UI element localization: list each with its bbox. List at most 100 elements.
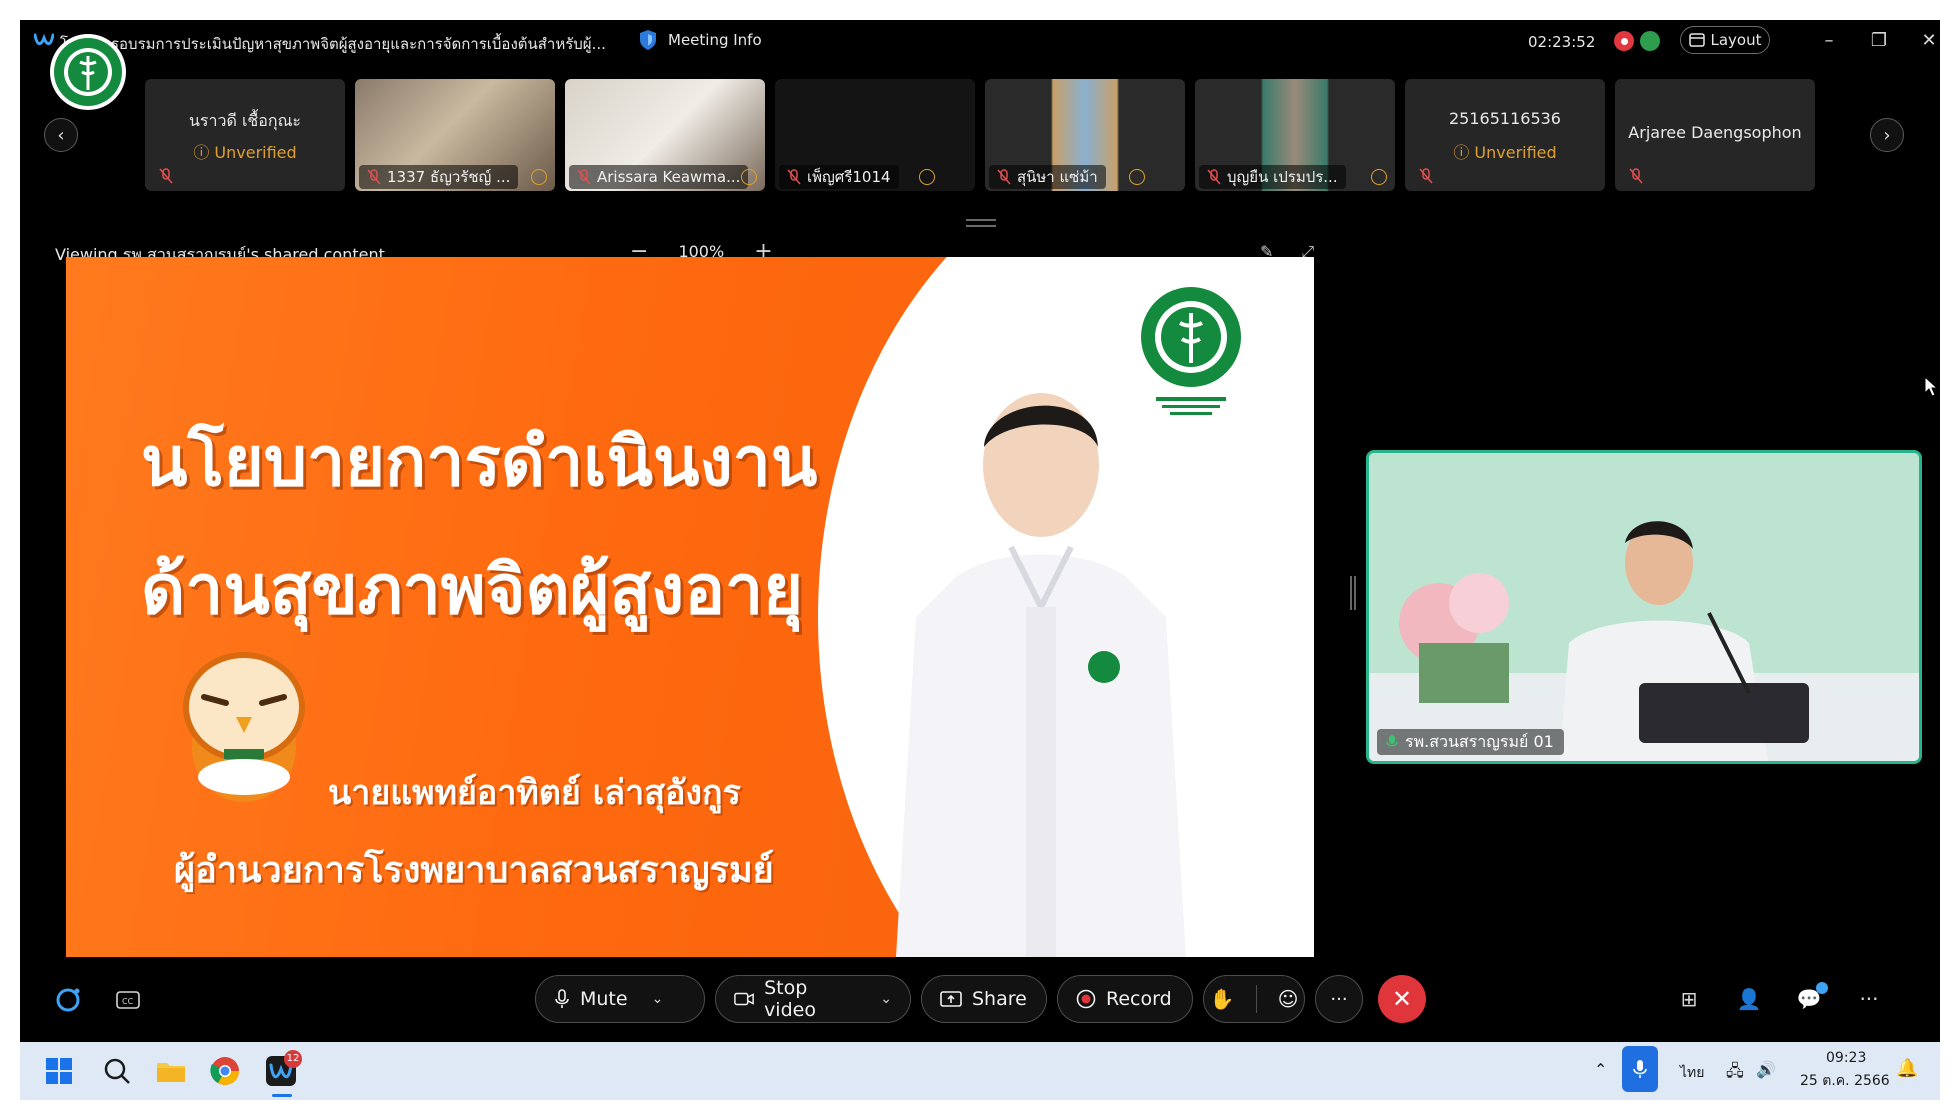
webex-window: โครงการอบรมการประเมินปัญหาสุขภาพจิตผู้สู… xyxy=(20,20,1940,1042)
presenter-title: ผู้อำนวยการโรงพยาบาลสวนสราญรมย์ xyxy=(174,850,774,891)
mic-off-icon xyxy=(1207,169,1221,185)
webex-badge: 12 xyxy=(284,1050,302,1068)
strip-prev-button[interactable]: ‹ xyxy=(44,118,78,152)
info-icon[interactable] xyxy=(1371,169,1387,185)
slide-title-line-2: ด้านสุขภาพจิตผู้สูงอายุ xyxy=(141,551,804,630)
participant-name: นราวดี เชื้อกุณะ xyxy=(188,111,302,130)
more-icon[interactable]: ··· xyxy=(1856,986,1882,1012)
participant-tile[interactable]: 25165116536 ⓘ Unverified xyxy=(1405,79,1605,191)
strip-next-button[interactable]: › xyxy=(1870,118,1904,152)
input-language[interactable]: ไทย xyxy=(1680,1062,1704,1084)
participant-name: 1337 ธัญวรัชญ์ ... xyxy=(387,168,511,186)
mouse-cursor-icon xyxy=(1924,376,1938,397)
mic-in-use-indicator[interactable] xyxy=(1622,1046,1658,1092)
owl-mascot-image xyxy=(183,652,305,802)
participant-label: Arissara Keawma... xyxy=(569,165,749,189)
apps-icon[interactable]: ⊞ xyxy=(1676,986,1702,1012)
webex-ai-icon[interactable] xyxy=(54,986,82,1014)
mic-icon xyxy=(1386,735,1398,747)
search-icon[interactable] xyxy=(100,1054,134,1088)
clock-date[interactable]: 25 ต.ค. 2566 xyxy=(1800,1070,1890,1092)
participant-name: Arjaree Daengsophon xyxy=(1628,123,1802,142)
participant-status: ⓘ Unverified xyxy=(1453,143,1557,162)
participants-icon[interactable]: 👤 xyxy=(1736,986,1762,1012)
moph-logo xyxy=(50,34,126,110)
split-resize-handle[interactable] xyxy=(1350,576,1356,610)
chevron-down-icon[interactable]: ⌄ xyxy=(880,991,892,1007)
restore-icon[interactable]: ❐ xyxy=(1866,28,1892,54)
raise-hand-icon[interactable]: ✋ xyxy=(1210,987,1235,1011)
info-icon[interactable] xyxy=(919,169,935,185)
meeting-timer: 02:23:52 xyxy=(1528,33,1596,51)
mute-label: Mute xyxy=(580,988,628,1010)
participant-tile[interactable]: บุญยืน เปรมปร... xyxy=(1195,79,1395,191)
reactions-group: ✋ ☺ xyxy=(1203,975,1305,1023)
participant-name: Arissara Keawma... xyxy=(597,168,741,186)
end-call-button[interactable]: ✕ xyxy=(1378,975,1426,1023)
clock-time[interactable]: 09:23 xyxy=(1826,1050,1866,1066)
chat-notification-dot xyxy=(1816,982,1828,994)
title-bar: โครงการอบรมการประเมินปัญหาสุขภาพจิตผู้สู… xyxy=(20,20,1940,60)
notifications-icon[interactable]: 🔔 xyxy=(1896,1058,1918,1079)
network-tray-icon[interactable]: 🖧 xyxy=(1726,1060,1744,1087)
shield-icon xyxy=(640,30,656,50)
minimize-icon[interactable]: – xyxy=(1816,28,1842,54)
participant-name: 25165116536 xyxy=(1449,109,1561,128)
meeting-title: โครงการอบรมการประเมินปัญหาสุขภาพจิตผู้สู… xyxy=(60,35,606,53)
speaker-video-feed xyxy=(1369,453,1919,761)
participant-tile[interactable]: นราวดี เชื้อกุณะ ⓘ Unverified xyxy=(145,79,345,191)
participant-tile[interactable]: Arjaree Daengsophon xyxy=(1615,79,1815,191)
presenter-name: นายแพทย์อาทิตย์ เล่าสุอังกูร xyxy=(328,773,741,813)
strip-resize-handle[interactable] xyxy=(966,219,996,227)
record-button[interactable]: Record xyxy=(1057,975,1193,1023)
participant-tile[interactable]: 1337 ธัญวรัชญ์ ... xyxy=(355,79,555,191)
speaker-label: รพ.สวนสราญรมย์ 01 xyxy=(1377,729,1564,755)
svg-text:CC: CC xyxy=(122,997,134,1006)
stop-video-label: Stop video xyxy=(764,977,816,1021)
share-label: Share xyxy=(972,988,1027,1010)
participant-label: สุนิษา แซ่ม้า xyxy=(989,165,1106,189)
participant-tile[interactable]: Arissara Keawma... xyxy=(565,79,765,191)
mic-off-icon xyxy=(787,169,801,185)
close-icon[interactable]: ✕ xyxy=(1916,28,1940,54)
chrome-icon[interactable] xyxy=(208,1054,242,1088)
mute-button[interactable]: Mute ⌄ xyxy=(535,975,705,1023)
mic-off-icon xyxy=(577,169,591,185)
captions-icon[interactable]: CC xyxy=(114,986,142,1014)
record-label: Record xyxy=(1106,988,1172,1010)
windows-start-icon[interactable] xyxy=(42,1054,76,1088)
participant-label: 1337 ธัญวรัชญ์ ... xyxy=(359,165,519,189)
info-icon[interactable] xyxy=(741,169,757,185)
file-explorer-icon[interactable] xyxy=(154,1054,188,1088)
layout-icon xyxy=(1688,33,1705,47)
record-icon xyxy=(1076,989,1096,1009)
presenter-photo xyxy=(896,393,1186,957)
participant-tile[interactable]: เพ็ญศรี1014 xyxy=(775,79,975,191)
reactions-icon[interactable]: ☺ xyxy=(1278,987,1299,1011)
participant-name: เพ็ญศรี1014 xyxy=(807,168,891,186)
stop-video-button[interactable]: Stop video ⌄ xyxy=(715,975,911,1023)
chevron-up-icon[interactable]: ⌃ xyxy=(1594,1060,1607,1079)
chevron-down-icon[interactable]: ⌄ xyxy=(652,991,664,1007)
end-call-icon: ✕ xyxy=(1391,985,1413,1013)
active-app-indicator xyxy=(272,1094,292,1097)
participant-name: บุญยืน เปรมปร... xyxy=(1227,168,1338,186)
meeting-info-button[interactable]: Meeting Info xyxy=(638,29,762,51)
layout-label: Layout xyxy=(1710,31,1762,49)
video-icon xyxy=(734,992,754,1006)
share-button[interactable]: Share xyxy=(921,975,1047,1023)
participant-tile[interactable]: สุนิษา แซ่ม้า xyxy=(985,79,1185,191)
mic-icon xyxy=(555,989,569,1008)
more-options-button[interactable]: ··· xyxy=(1315,975,1363,1023)
participant-label: บุญยืน เปรมปร... xyxy=(1199,165,1346,189)
chevron-left-icon: ‹ xyxy=(57,124,65,146)
active-speaker-video[interactable]: รพ.สวนสราญรมย์ 01 xyxy=(1366,450,1922,764)
layout-button[interactable]: Layout xyxy=(1680,26,1770,54)
info-icon[interactable] xyxy=(1129,169,1145,185)
volume-icon[interactable]: 🔊 xyxy=(1756,1060,1776,1079)
shared-slide: นโยบายการดำเนินงาน ด้านสุขภาพจิตผู้สูงอา… xyxy=(66,257,1314,957)
speaker-name: รพ.สวนสราญรมย์ 01 xyxy=(1405,732,1554,751)
mic-off-icon xyxy=(1629,168,1643,184)
record-indicator-icon xyxy=(1614,31,1634,51)
info-icon[interactable] xyxy=(531,169,547,185)
